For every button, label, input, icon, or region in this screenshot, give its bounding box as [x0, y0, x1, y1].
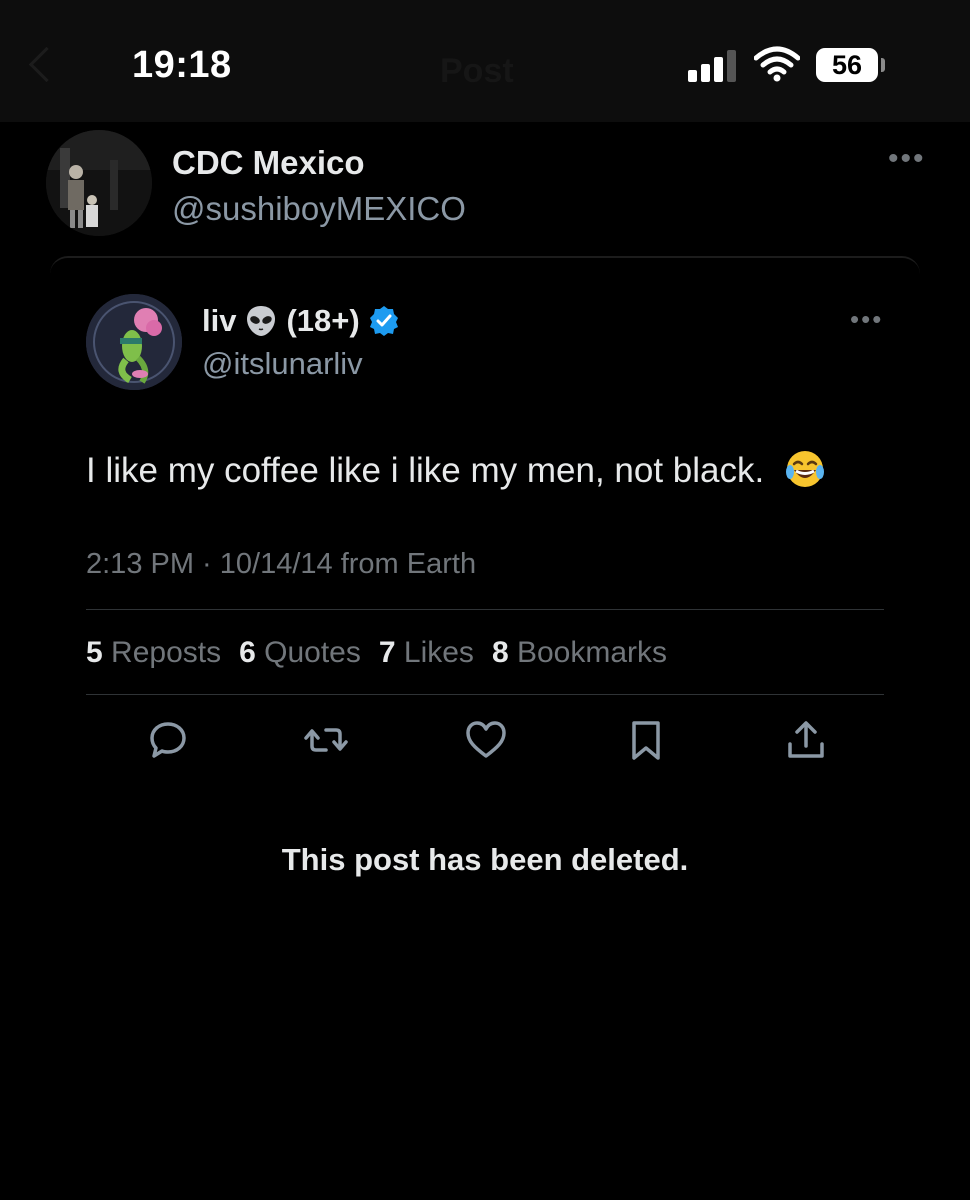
divider [86, 694, 884, 695]
quoted-card-border [50, 256, 920, 278]
battery-tip [881, 58, 885, 72]
status-bar: Post 19:18 56 [0, 0, 970, 122]
back-arrow-icon[interactable] [28, 46, 65, 83]
avatar[interactable] [86, 294, 182, 390]
bookmark-icon[interactable] [622, 716, 670, 764]
repost-icon[interactable] [302, 716, 350, 764]
post-text-content: I like my coffee like i like my men, not… [86, 451, 765, 490]
avatar-image [46, 130, 152, 236]
cellular-signal-icon [688, 50, 740, 82]
likes-stat[interactable]: 7 Likes [379, 636, 474, 670]
reposter-display-name[interactable]: CDC Mexico [172, 144, 365, 182]
reposts-stat[interactable]: 5 Reposts [86, 636, 221, 670]
avatar[interactable] [46, 130, 152, 236]
engagement-stats: 5 Reposts 6 Quotes 7 Likes 8 Bookmarks [86, 636, 667, 670]
post-timestamp[interactable]: 2:13 PM · 10/14/14 from Earth [86, 548, 476, 581]
deleted-notice: This post has been deleted. [281, 842, 689, 877]
reposter-handle[interactable]: @sushiboyMEXICO [172, 190, 466, 228]
quoted-author-row[interactable]: liv (18+) [202, 303, 400, 339]
like-icon[interactable] [462, 716, 510, 764]
quoted-handle[interactable]: @itslunarliv [202, 346, 363, 382]
post-screen: Post 19:18 56 CDC Mexico @sushiboyMEXICO… [0, 0, 970, 1200]
clock: 19:18 [132, 44, 232, 86]
alien-emoji-icon [247, 306, 276, 336]
divider [86, 609, 884, 610]
bookmarks-stat[interactable]: 8 Bookmarks [492, 636, 667, 670]
share-icon[interactable] [782, 716, 830, 764]
more-options-icon[interactable]: ••• [888, 144, 926, 174]
header-title: Post [440, 52, 514, 90]
wifi-icon [754, 46, 800, 82]
quoted-name-suffix: (18+) [286, 303, 360, 338]
quotes-stat[interactable]: 6 Quotes [239, 636, 361, 670]
laughing-tears-emoji-icon [785, 451, 824, 487]
action-bar [0, 716, 970, 776]
post-text: I like my coffee like i like my men, not… [86, 448, 826, 491]
avatar-image [86, 294, 182, 390]
quoted-display-name: liv [202, 303, 237, 338]
more-options-icon[interactable]: ••• [850, 306, 883, 332]
battery-level: 56 [816, 48, 878, 82]
reply-icon[interactable] [144, 716, 192, 764]
verified-badge-icon[interactable] [368, 305, 400, 337]
